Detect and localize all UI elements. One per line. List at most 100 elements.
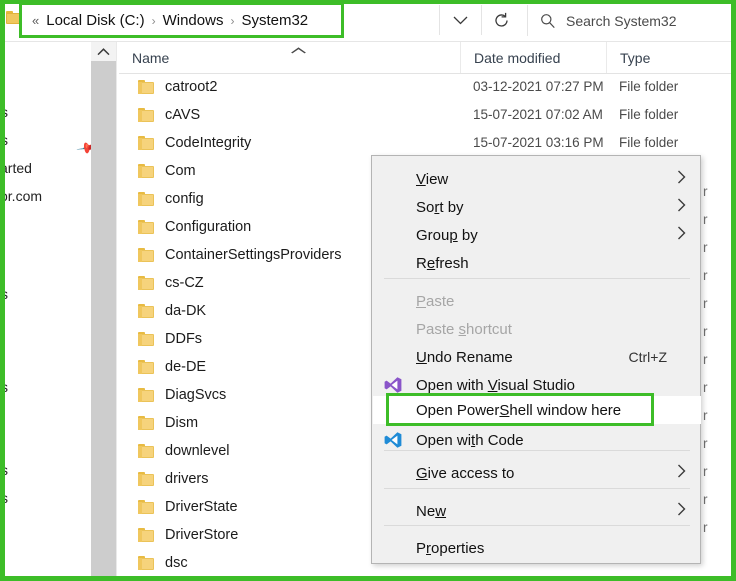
file-name-cell[interactable]: cAVS (119, 107, 460, 123)
menu-item-refresh[interactable]: Refresh (373, 249, 701, 277)
menu-item-undo-rename[interactable]: Undo Rename Ctrl+Z (373, 343, 701, 371)
folder-icon (138, 219, 154, 234)
context-menu[interactable]: View Sort by Group by Refresh Paste Paste sho… (371, 155, 701, 564)
file-name-label: ContainerSettingsProviders (165, 246, 342, 263)
search-icon (541, 13, 555, 28)
file-name-label: cAVS (165, 106, 201, 123)
menu-item-open-visual-studio[interactable]: Open with Visual Studio (373, 371, 701, 399)
folder-icon (138, 191, 154, 206)
folder-icon (138, 555, 154, 570)
chevron-up-icon (97, 47, 110, 55)
menu-item-label: Give access to (416, 464, 515, 482)
breadcrumb-back-chevrons[interactable]: « (32, 13, 39, 28)
nav-item-clipped[interactable]: or.com (5, 188, 42, 204)
file-name-label: cs-CZ (165, 274, 204, 291)
search-box[interactable]: Search System32 (527, 5, 732, 36)
menu-item-open-with-code[interactable]: Open with Code (373, 426, 701, 454)
clipped-type-text: r (703, 464, 708, 479)
folder-icon (138, 471, 154, 486)
menu-item-label: Group by (416, 226, 478, 244)
chevron-right-icon (677, 464, 686, 482)
menu-item-properties[interactable]: Properties (373, 534, 701, 562)
menu-item-give-access-to[interactable]: Give access to (373, 459, 701, 487)
folder-icon (138, 247, 154, 262)
folder-icon (138, 387, 154, 402)
file-name-label: DDFs (165, 330, 203, 347)
file-type-cell: File folder (619, 135, 679, 150)
file-name-label: dsc (165, 554, 188, 571)
file-name-label: DriverStore (165, 526, 239, 543)
file-name-label: de-DE (165, 358, 207, 375)
breadcrumb[interactable]: « Local Disk (C:) › Windows › System32 (22, 4, 342, 37)
breadcrumb-item-windows[interactable]: Windows (163, 12, 224, 29)
nav-item-clipped[interactable]: s (5, 286, 8, 302)
navigation-pane[interactable]: s s arted or.com s s s s 📌 (5, 42, 91, 581)
breadcrumb-item-local-disk[interactable]: Local Disk (C:) (46, 12, 144, 29)
folder-icon (138, 331, 154, 346)
file-name-label: Com (165, 162, 196, 179)
folder-icon (138, 499, 154, 514)
file-name-label: downlevel (165, 442, 230, 459)
file-row[interactable]: cAVS 15-07-2021 07:02 AM File folder (119, 102, 736, 127)
column-header-type[interactable]: Type (606, 42, 736, 73)
pin-icon[interactable]: 📌 (76, 135, 91, 161)
menu-item-label: Sort by (416, 198, 464, 216)
nav-item-clipped[interactable]: s (5, 132, 8, 148)
clipped-type-text: r (703, 492, 708, 507)
clipped-type-text: r (703, 212, 708, 227)
menu-item-new[interactable]: New (373, 497, 701, 525)
nav-item-clipped[interactable]: s (5, 104, 8, 120)
menu-separator (384, 488, 690, 489)
visual-studio-icon (384, 376, 402, 394)
nav-item-clipped[interactable]: s (5, 379, 8, 395)
scroll-up-button[interactable] (91, 42, 116, 61)
column-header-date-label: Date modified (474, 49, 561, 66)
folder-icon (138, 275, 154, 290)
breadcrumb-separator: › (230, 13, 235, 28)
menu-item-label: Undo Rename (416, 348, 513, 366)
clipped-type-text: r (703, 268, 708, 283)
file-name-label: catroot2 (165, 78, 218, 95)
nav-item-clipped[interactable]: s (5, 462, 8, 478)
nav-item-clipped[interactable]: arted (5, 160, 32, 176)
chevron-down-icon (453, 16, 467, 25)
sort-ascending-icon (290, 45, 307, 57)
file-type-cell: File folder (619, 79, 679, 94)
file-row[interactable]: catroot2 03-12-2021 07:27 PM File folder (119, 74, 736, 99)
file-row[interactable]: CodeIntegrity 15-07-2021 03:16 PM File fol… (119, 130, 736, 155)
refresh-button[interactable] (482, 5, 520, 36)
menu-item-paste-shortcut: Paste shortcut (373, 315, 701, 343)
file-name-label: DiagSvcs (165, 386, 227, 403)
column-header-date-modified[interactable]: Date modified (460, 42, 606, 73)
nav-item-clipped[interactable]: s (5, 490, 8, 506)
menu-item-label: Properties (416, 539, 485, 557)
file-date-cell: 15-07-2021 03:16 PM (473, 135, 604, 150)
folder-icon (138, 415, 154, 430)
menu-item-open-powershell[interactable]: Open PowerShell window here (373, 396, 701, 424)
menu-item-label: Refresh (416, 254, 469, 272)
menu-item-view[interactable]: View (373, 165, 701, 193)
address-dropdown-button[interactable] (440, 5, 480, 36)
menu-item-group-by[interactable]: Group by (373, 221, 701, 249)
column-header-name-label: Name (132, 49, 170, 66)
menu-item-sort-by[interactable]: Sort by (373, 193, 701, 221)
menu-item-label: Open with Visual Studio (416, 376, 576, 394)
column-header-row: Name Date modified Type (119, 42, 736, 74)
pane-divider (116, 42, 117, 581)
search-input[interactable]: Search System32 (566, 13, 677, 29)
chevron-right-icon (677, 226, 686, 244)
nav-pane-scrollbar[interactable] (91, 42, 116, 581)
menu-item-label: New (416, 502, 447, 520)
clipped-type-text: r (703, 324, 708, 339)
menu-separator (384, 278, 690, 279)
file-date-cell: 03-12-2021 07:27 PM (473, 79, 604, 94)
folder-icon (138, 163, 154, 178)
folder-icon (138, 107, 154, 122)
clipped-type-text: r (703, 436, 708, 451)
folder-icon (138, 527, 154, 542)
chevron-right-icon (677, 170, 686, 188)
column-header-name[interactable]: Name (119, 42, 460, 73)
file-name-cell[interactable]: catroot2 (119, 79, 460, 95)
breadcrumb-item-system32[interactable]: System32 (241, 12, 308, 29)
file-name-cell[interactable]: CodeIntegrity (119, 135, 460, 151)
